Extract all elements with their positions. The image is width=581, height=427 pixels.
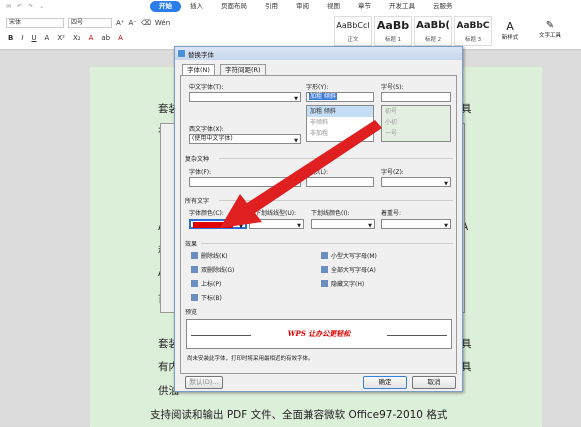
red-arrow-annotation <box>220 120 382 228</box>
